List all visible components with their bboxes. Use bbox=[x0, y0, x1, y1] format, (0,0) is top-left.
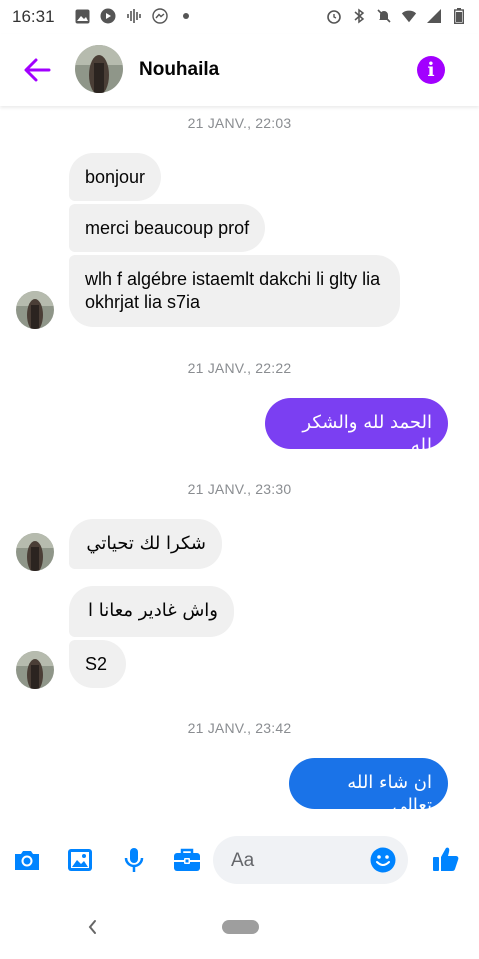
back-arrow-icon bbox=[24, 58, 51, 82]
contact-avatar[interactable] bbox=[75, 45, 123, 93]
gallery-icon bbox=[68, 849, 92, 871]
alarm-icon bbox=[326, 8, 342, 24]
nav-back-button[interactable] bbox=[85, 917, 101, 937]
timestamp: 21 JANV., 22:03 bbox=[187, 115, 292, 131]
message-bubble-received[interactable]: wlh f algébre istaemlt dakchi li glty li… bbox=[69, 255, 400, 327]
status-time: 16:31 bbox=[12, 7, 55, 26]
message-input-wrapper bbox=[213, 836, 408, 886]
message-bubble-received[interactable]: S2 bbox=[69, 640, 126, 688]
wifi-icon bbox=[401, 8, 417, 24]
contact-avatar-small bbox=[16, 291, 54, 329]
emoji-button[interactable] bbox=[370, 847, 396, 873]
message-bubble-received[interactable]: شكرا لك تحياتي bbox=[69, 519, 222, 569]
contact-avatar-small bbox=[16, 533, 54, 571]
microphone-button[interactable] bbox=[119, 845, 149, 875]
audio-wave-icon bbox=[126, 8, 142, 24]
timestamp: 21 JANV., 22:22 bbox=[187, 360, 292, 376]
contact-name[interactable]: Nouhaila bbox=[139, 59, 219, 81]
like-button[interactable] bbox=[431, 844, 461, 874]
timestamp: 21 JANV., 23:30 bbox=[187, 481, 292, 497]
message-bubble-received[interactable]: bonjour bbox=[69, 153, 162, 201]
contact-avatar-small bbox=[16, 651, 54, 689]
status-left-icons bbox=[74, 8, 194, 24]
info-icon: i bbox=[427, 59, 435, 81]
info-button[interactable]: i bbox=[417, 56, 445, 84]
status-right-icons bbox=[326, 8, 467, 24]
youtube-icon bbox=[100, 8, 116, 24]
conversation-header: Nouhaila i bbox=[0, 34, 479, 106]
camera-button[interactable] bbox=[12, 845, 42, 875]
nav-home-pill[interactable] bbox=[222, 920, 259, 934]
camera-icon bbox=[15, 851, 39, 870]
toolbox-icon bbox=[174, 848, 200, 871]
message-bubble-received[interactable]: واش غادير معانا ا bbox=[69, 586, 234, 637]
status-bar: 16:31 bbox=[0, 0, 479, 34]
messenger-icon bbox=[152, 8, 168, 24]
system-nav-bar bbox=[0, 900, 479, 959]
chevron-left-icon bbox=[88, 920, 96, 934]
gallery-button[interactable] bbox=[65, 845, 95, 875]
message-bubble-sent[interactable]: ان شاء الله تعالى bbox=[289, 758, 448, 816]
back-button[interactable] bbox=[22, 56, 52, 84]
thumbs-up-icon bbox=[433, 847, 459, 871]
toolbox-button[interactable] bbox=[172, 845, 202, 875]
message-input[interactable] bbox=[229, 836, 363, 886]
battery-icon bbox=[451, 8, 467, 24]
composer-bar bbox=[0, 828, 479, 892]
signal-icon bbox=[426, 8, 442, 24]
timestamp: 21 JANV., 23:42 bbox=[187, 720, 292, 736]
emoji-icon bbox=[370, 847, 396, 873]
message-bubble-received[interactable]: merci beaucoup prof bbox=[69, 204, 266, 252]
message-bubble-sent[interactable]: الحمد لله والشكر لله bbox=[265, 398, 448, 456]
microphone-icon bbox=[124, 848, 144, 872]
image-icon bbox=[74, 8, 90, 24]
bluetooth-icon bbox=[351, 8, 367, 24]
dot-icon bbox=[178, 8, 194, 24]
mute-icon bbox=[376, 8, 392, 24]
